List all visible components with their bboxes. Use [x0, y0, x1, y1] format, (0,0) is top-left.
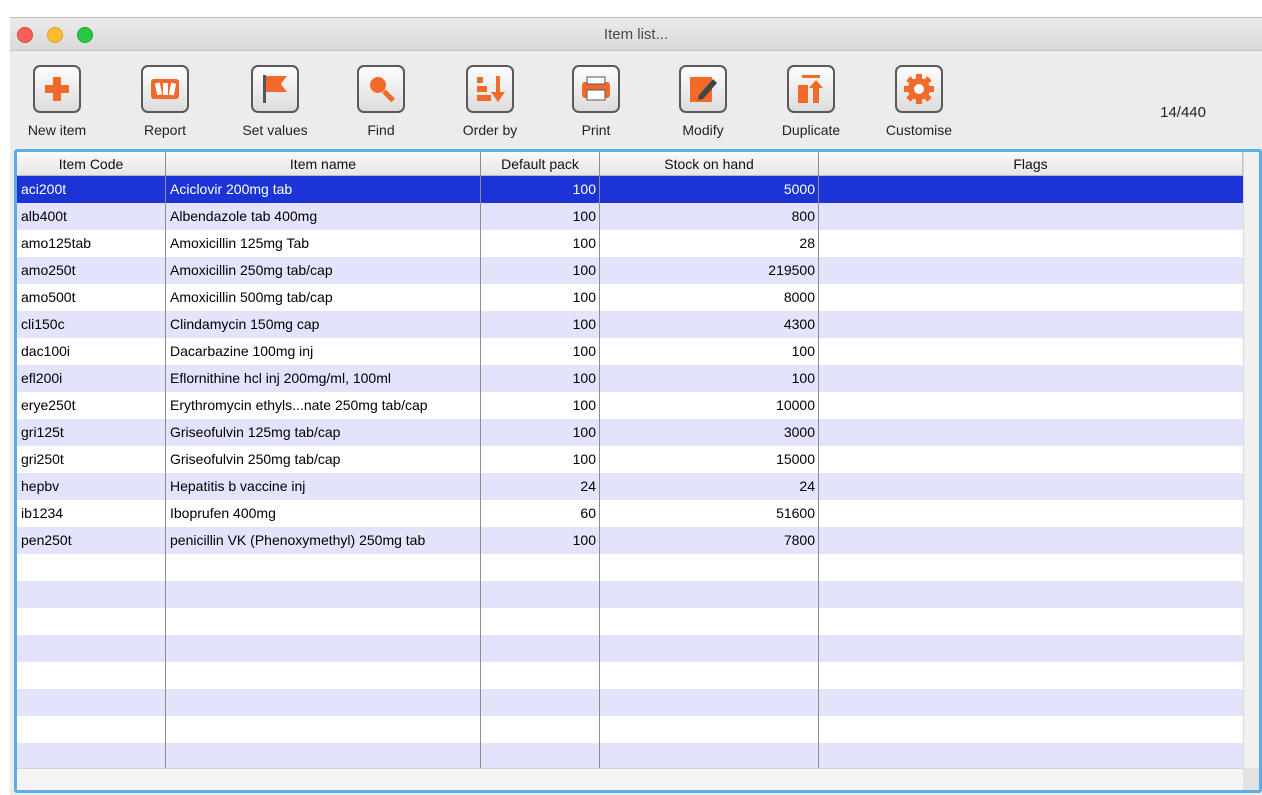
report-icon	[141, 65, 189, 113]
item-list-window: Item list... New item Report Set values …	[10, 17, 1262, 795]
flags-cell	[819, 527, 1243, 554]
magnifier-icon	[357, 65, 405, 113]
column-divider	[600, 152, 819, 768]
report-label: Report	[143, 122, 187, 138]
flags-cell	[819, 257, 1243, 284]
flags-cell	[819, 365, 1243, 392]
set-values-label: Set values	[242, 122, 308, 138]
column-divider	[166, 152, 481, 768]
customise-label: Customise	[885, 122, 953, 138]
find-button[interactable]: Find	[336, 65, 426, 145]
flags-cell	[819, 473, 1243, 500]
flags-cell	[819, 230, 1243, 257]
column-header-flags[interactable]: Flags	[819, 152, 1243, 176]
sort-icon	[466, 65, 514, 113]
flags-cell	[819, 284, 1243, 311]
scrollbar-corner	[1243, 768, 1259, 790]
column-divider	[481, 152, 600, 768]
flags-cell	[819, 338, 1243, 365]
flags-cell	[819, 446, 1243, 473]
modify-button[interactable]: Modify	[658, 65, 748, 145]
flags-cell	[819, 419, 1243, 446]
report-button[interactable]: Report	[120, 65, 210, 145]
duplicate-button[interactable]: Duplicate	[766, 65, 856, 145]
new-item-label: New item	[27, 122, 87, 138]
print-label: Print	[581, 122, 611, 138]
gear-icon	[895, 65, 943, 113]
edit-icon	[679, 65, 727, 113]
flags-cell	[819, 392, 1243, 419]
order-by-button[interactable]: Order by	[445, 65, 535, 145]
printer-icon	[572, 65, 620, 113]
plus-icon	[33, 65, 81, 113]
duplicate-icon	[787, 65, 835, 113]
print-button[interactable]: Print	[551, 65, 641, 145]
toolbar: New item Report Set values Find Order by	[10, 51, 1262, 147]
record-counter: 14/440	[1160, 104, 1206, 121]
window-title: Item list...	[603, 26, 669, 43]
modify-label: Modify	[682, 122, 724, 138]
flags-cell	[819, 311, 1243, 338]
flags-cell	[819, 500, 1243, 527]
flags-cell	[819, 176, 1243, 203]
horizontal-scrollbar[interactable]	[17, 768, 1243, 790]
flags-cell	[819, 203, 1243, 230]
title-bar: Item list...	[10, 18, 1262, 51]
duplicate-label: Duplicate	[781, 122, 841, 138]
vertical-scrollbar[interactable]	[1243, 152, 1259, 770]
customise-button[interactable]: Customise	[874, 65, 964, 145]
find-label: Find	[367, 122, 395, 138]
column-divider	[17, 152, 166, 768]
new-item-button[interactable]: New item	[12, 65, 102, 145]
set-values-button[interactable]: Set values	[230, 65, 320, 145]
item-table: aci200t Aciclovir 200mg tab 100 5000 alb400t…	[14, 149, 1262, 793]
order-by-label: Order by	[462, 122, 518, 138]
flag-icon	[251, 65, 299, 113]
